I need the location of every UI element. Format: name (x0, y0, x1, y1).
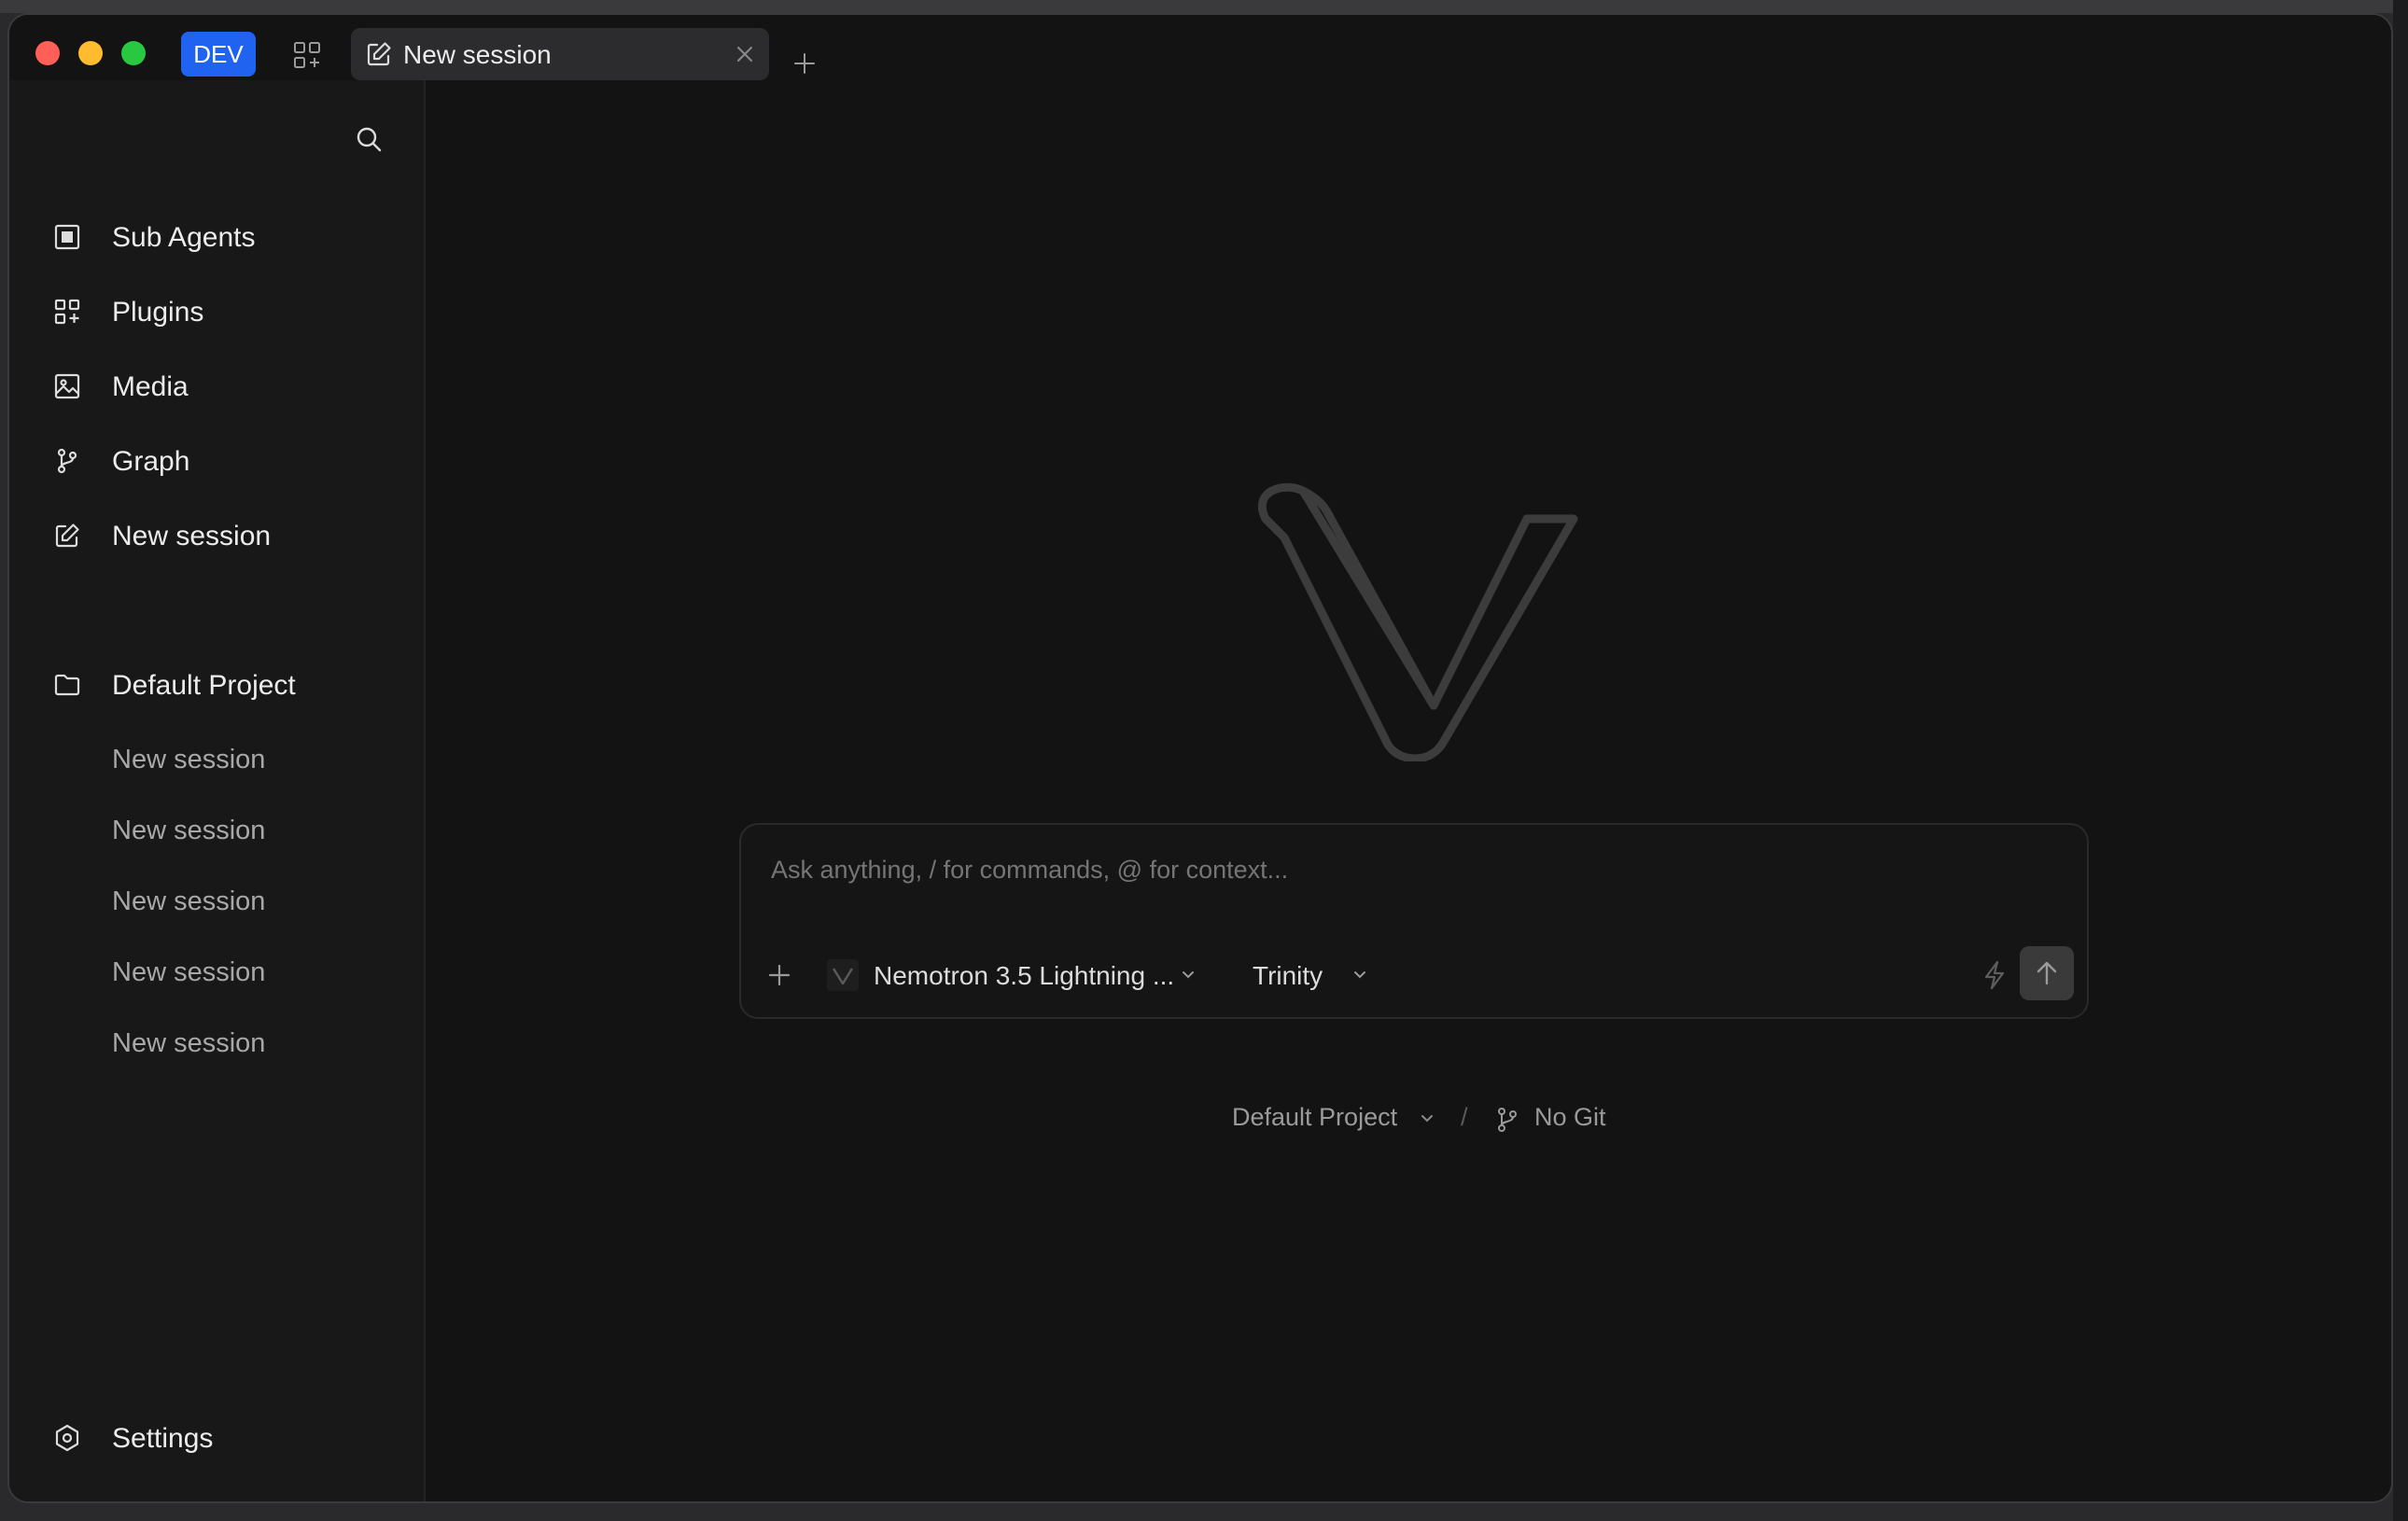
footer-separator: / (1461, 1103, 1468, 1131)
chevron-down-icon (1354, 971, 1365, 979)
agent-label: Trinity (1253, 961, 1323, 990)
titlebar: DEV New session (9, 15, 2391, 80)
sidebar-item-graph[interactable]: Graph (52, 433, 407, 489)
model-label: Nemotron 3.5 Lightning ... (874, 961, 1175, 990)
project-selector-label: Default Project (1232, 1103, 1398, 1131)
attach-plus-icon[interactable] (765, 961, 793, 989)
desktop-background (0, 0, 2408, 13)
sidebar-item-label: New session (112, 521, 272, 551)
settings-label: Settings (112, 1423, 214, 1454)
chat-composer: Nemotron 3.5 Lightning ... Trinity (739, 823, 2089, 1019)
edit-icon (367, 42, 391, 66)
plugins-icon (54, 299, 80, 325)
sidebar: Sub Agents Plugins Media Graph New sessi… (9, 80, 426, 1501)
model-logo-icon (827, 959, 859, 991)
sidebar-item-label: Sub Agents (112, 222, 256, 253)
git-status[interactable]: No Git (1495, 1101, 1645, 1138)
arrow-up-icon (2037, 961, 2057, 985)
session-list-item[interactable]: New session (112, 957, 411, 1004)
sidebar-item-sub-agents[interactable]: Sub Agents (52, 209, 407, 265)
edit-icon (55, 523, 79, 548)
send-button[interactable] (2020, 946, 2074, 1000)
session-list-item[interactable]: New session (112, 1028, 411, 1075)
app-window: DEV New session Sub Agents Plugins Media… (7, 13, 2393, 1503)
git-status-label: No Git (1534, 1103, 1606, 1131)
tab-new-session[interactable]: New session (351, 28, 769, 80)
image-icon (54, 373, 80, 399)
sidebar-item-plugins[interactable]: Plugins (52, 284, 407, 340)
session-list-item[interactable]: New session (112, 816, 411, 862)
desktop-background-right (2393, 0, 2408, 1521)
env-badge: DEV (181, 32, 256, 77)
tab-label: New session (403, 40, 552, 69)
git-branch-icon (57, 448, 77, 474)
layout-grid-icon[interactable] (291, 39, 323, 71)
search-icon[interactable] (353, 123, 385, 155)
close-icon[interactable] (734, 43, 756, 65)
minimize-window-button[interactable] (78, 41, 103, 65)
session-list-item[interactable]: New session (112, 745, 411, 791)
model-selector[interactable]: Nemotron 3.5 Lightning ... (827, 954, 1219, 995)
session-list-item[interactable]: New session (112, 886, 411, 933)
sidebar-item-label: Graph (112, 446, 190, 477)
close-window-button[interactable] (35, 41, 60, 65)
chevron-down-icon (1183, 971, 1194, 979)
new-tab-plus-icon[interactable] (791, 50, 818, 77)
sidebar-item-new-session[interactable]: New session (52, 508, 407, 564)
project-selector[interactable]: Default Project (1232, 1101, 1447, 1138)
sidebar-item-settings[interactable]: Settings (52, 1414, 407, 1460)
zoom-window-button[interactable] (121, 41, 146, 65)
settings-icon (55, 1424, 79, 1452)
sub-agents-icon (54, 224, 80, 250)
folder-icon (54, 674, 80, 696)
lightning-icon[interactable] (1981, 959, 2009, 991)
sidebar-item-label: Plugins (112, 297, 204, 328)
chevron-down-icon (1421, 1115, 1433, 1123)
sidebar-item-label: Media (112, 371, 189, 402)
git-branch-icon (1498, 1108, 1517, 1132)
sidebar-item-media[interactable]: Media (52, 358, 407, 414)
agent-selector[interactable]: Trinity (1253, 954, 1383, 995)
prompt-input[interactable] (769, 855, 2059, 886)
project-label: Default Project (112, 670, 296, 701)
app-logo-icon (1257, 482, 1578, 761)
sidebar-project-default[interactable]: Default Project (52, 657, 407, 713)
